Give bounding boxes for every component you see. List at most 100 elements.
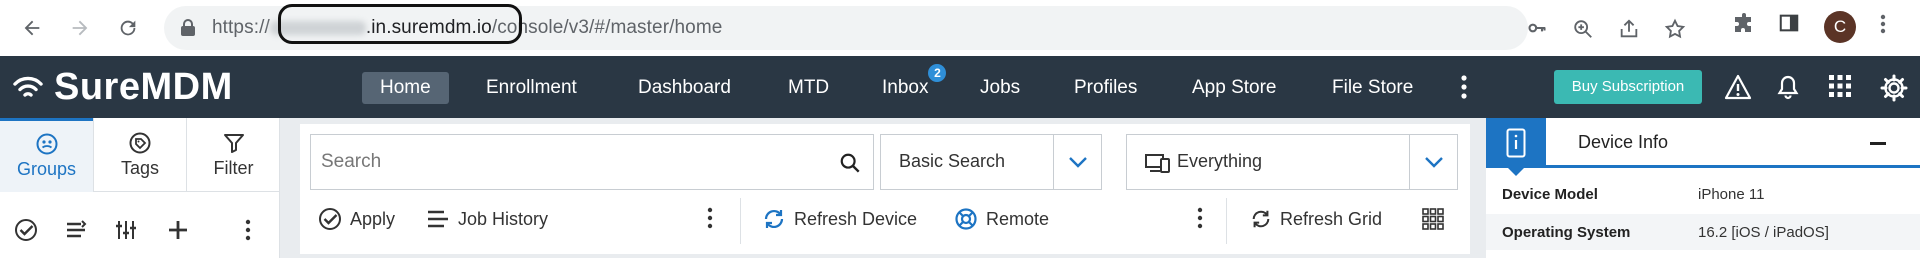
nav-label: Enrollment bbox=[486, 77, 577, 98]
main-content: Groups Tags Filter Basic Search bbox=[0, 118, 1920, 258]
adjust-sliders-icon[interactable] bbox=[114, 218, 138, 242]
device-search-panel: Basic Search Everything Apply Job Histor… bbox=[300, 124, 1470, 254]
suremdm-logo[interactable]: SureMDM bbox=[12, 66, 233, 109]
nav-inbox[interactable]: Inbox 2 bbox=[864, 64, 947, 104]
search-icon[interactable] bbox=[839, 152, 861, 174]
browser-menu-icon[interactable] bbox=[1878, 12, 1888, 36]
collapse-minus-icon[interactable] bbox=[1870, 142, 1886, 145]
browser-toolbar: https://.in.suremdm.io/console/v3/#/mast… bbox=[0, 0, 1920, 56]
profile-avatar[interactable]: C bbox=[1824, 11, 1856, 43]
job-history-list-icon bbox=[428, 210, 448, 228]
search-box bbox=[310, 134, 874, 190]
refresh-grid-button[interactable]: Refresh Grid bbox=[1250, 204, 1382, 234]
more-actions-icon[interactable] bbox=[706, 206, 714, 230]
nav-profiles[interactable]: Profiles bbox=[1056, 72, 1155, 104]
refresh-device-button[interactable]: Refresh Device bbox=[762, 204, 917, 234]
extensions-puzzle-icon[interactable] bbox=[1732, 12, 1756, 36]
remote-button[interactable]: Remote bbox=[954, 204, 1049, 234]
device-info-value: 16.2 [iOS / iPadOS] bbox=[1698, 224, 1829, 241]
apply-check-icon bbox=[319, 208, 341, 230]
refresh-device-label: Refresh Device bbox=[794, 208, 918, 229]
tab-groups[interactable]: Groups bbox=[0, 118, 93, 192]
device-info-key: Operating System bbox=[1502, 224, 1631, 241]
remote-lifebuoy-icon bbox=[955, 208, 977, 230]
notification-bell-icon[interactable] bbox=[1776, 74, 1800, 100]
device-info-icon-box bbox=[1486, 118, 1546, 176]
forward-arrow-icon bbox=[72, 20, 88, 36]
list-sort-icon[interactable] bbox=[64, 218, 88, 242]
tab-label: Tags bbox=[120, 157, 160, 178]
select-all-check-icon[interactable] bbox=[14, 218, 38, 242]
chevron-down-icon bbox=[1068, 157, 1087, 168]
apps-grid-icon[interactable] bbox=[1828, 74, 1852, 98]
remote-label: Remote bbox=[986, 208, 1050, 229]
side-panel-icon[interactable] bbox=[1778, 12, 1800, 34]
devices-icon bbox=[1145, 154, 1170, 173]
search-type-arrow[interactable] bbox=[1053, 135, 1101, 189]
nav-label: Home bbox=[380, 77, 431, 98]
nav-file-store[interactable]: File Store bbox=[1314, 72, 1431, 104]
search-scope-arrow[interactable] bbox=[1409, 135, 1457, 189]
search-scope-dropdown[interactable]: Everything bbox=[1126, 134, 1458, 190]
share-icon[interactable] bbox=[1618, 18, 1640, 40]
action-divider bbox=[1226, 198, 1227, 244]
tab-filter[interactable]: Filter bbox=[186, 118, 280, 192]
bookmark-star-icon[interactable] bbox=[1664, 18, 1686, 40]
job-history-label: Job History bbox=[458, 208, 549, 229]
nav-label: Dashboard bbox=[638, 77, 731, 98]
inbox-count-badge: 2 bbox=[928, 64, 947, 82]
job-history-button[interactable]: Job History bbox=[426, 204, 548, 234]
device-info-value: iPhone 11 bbox=[1698, 186, 1765, 203]
chevron-down-icon bbox=[1424, 157, 1443, 168]
nav-label: Profiles bbox=[1074, 77, 1138, 98]
device-info-header[interactable]: Device Info bbox=[1486, 118, 1920, 176]
device-info-row: Operating System 16.2 [iOS / iPadOS] bbox=[1486, 214, 1920, 250]
wifi-logo-icon bbox=[13, 76, 43, 97]
key-icon[interactable] bbox=[1526, 18, 1548, 38]
nav-jobs[interactable]: Jobs bbox=[962, 72, 1038, 104]
apply-button[interactable]: Apply bbox=[318, 204, 395, 234]
device-info-row: Device Model iPhone 11 bbox=[1502, 176, 1912, 212]
url-annotation-outline bbox=[278, 4, 522, 44]
phone-info-icon bbox=[1506, 128, 1526, 158]
grid-columns-icon[interactable] bbox=[1422, 208, 1444, 230]
refresh-device-icon bbox=[764, 210, 784, 228]
tab-tags[interactable]: Tags bbox=[93, 118, 186, 192]
filter-icon bbox=[223, 133, 244, 153]
nav-label: Inbox bbox=[882, 77, 929, 98]
more-vertical-icon[interactable] bbox=[244, 218, 252, 242]
reload-icon bbox=[120, 20, 136, 36]
nav-home[interactable]: Home bbox=[362, 72, 449, 104]
nav-dashboard[interactable]: Dashboard bbox=[620, 72, 749, 104]
zoom-icon[interactable] bbox=[1572, 18, 1594, 40]
device-info-key: Device Model bbox=[1502, 186, 1598, 203]
tab-label: Groups bbox=[16, 159, 77, 179]
buy-subscription-button[interactable]: Buy Subscription bbox=[1554, 70, 1702, 104]
nav-label: App Store bbox=[1192, 77, 1277, 98]
more-device-actions-icon[interactable] bbox=[1196, 206, 1204, 230]
more-nav-icon[interactable] bbox=[1460, 74, 1468, 100]
search-type-dropdown[interactable]: Basic Search bbox=[880, 134, 1102, 190]
search-scope-value: Everything bbox=[1177, 151, 1263, 171]
nav-mtd[interactable]: MTD bbox=[770, 72, 847, 104]
reload-button[interactable] bbox=[110, 10, 146, 46]
action-divider bbox=[740, 198, 741, 244]
nav-app-store[interactable]: App Store bbox=[1174, 72, 1295, 104]
device-info-title: Device Info bbox=[1578, 132, 1669, 152]
url-scheme: https:// bbox=[212, 17, 270, 38]
settings-gear-icon[interactable] bbox=[1880, 74, 1908, 102]
add-plus-icon[interactable] bbox=[166, 218, 190, 242]
warning-icon[interactable] bbox=[1724, 74, 1752, 100]
nav-enrollment[interactable]: Enrollment bbox=[468, 72, 595, 104]
back-button[interactable] bbox=[14, 10, 50, 46]
apply-label: Apply bbox=[350, 208, 396, 229]
tag-icon bbox=[129, 132, 151, 153]
forward-button[interactable] bbox=[62, 10, 98, 46]
search-input[interactable] bbox=[321, 147, 801, 177]
address-bar[interactable]: https://.in.suremdm.io/console/v3/#/mast… bbox=[164, 4, 1686, 50]
refresh-grid-label: Refresh Grid bbox=[1280, 208, 1383, 229]
app-navbar: SureMDM Home Enrollment Dashboard MTD In… bbox=[0, 56, 1920, 118]
tab-label: Filter bbox=[213, 157, 254, 178]
search-type-value: Basic Search bbox=[899, 151, 1006, 171]
left-tabs: Groups Tags Filter bbox=[0, 118, 280, 192]
